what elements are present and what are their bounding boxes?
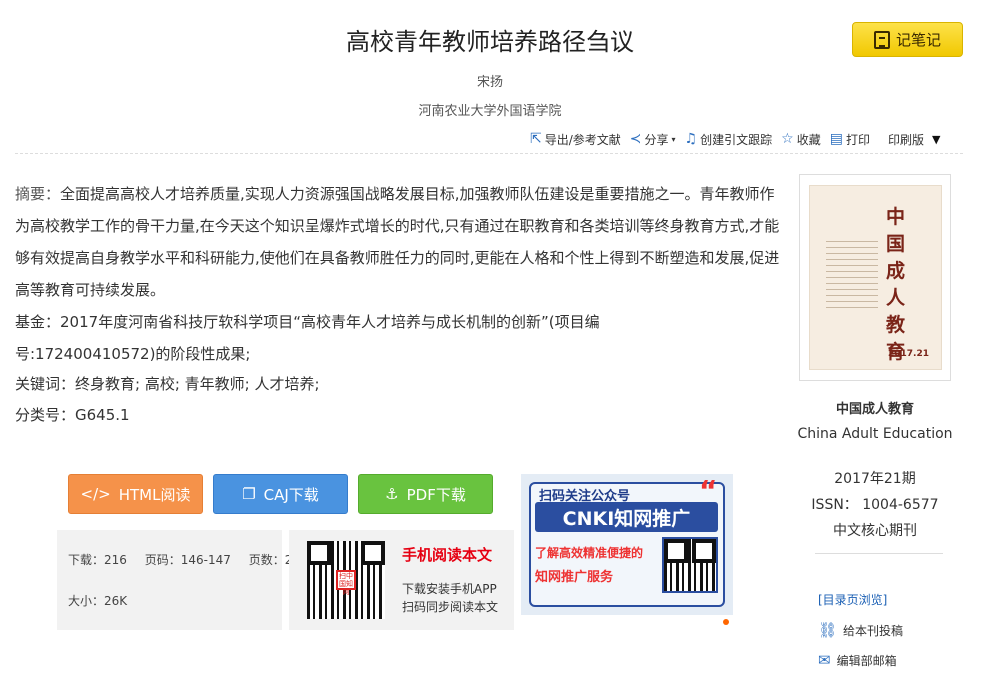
journal-english-name: China Adult Education — [797, 426, 953, 442]
journal-issue[interactable]: 2017年21期 — [790, 468, 960, 488]
take-notes-button[interactable]: 记笔记 — [852, 22, 963, 57]
create-citation-tracking-button[interactable]: ♫ 创建引文跟踪 — [685, 131, 773, 148]
pdf-icon: ⚓ — [385, 485, 399, 503]
keywords-text[interactable]: 终身教育; 高校; 青年教师; 人才培养; — [75, 375, 320, 393]
share-dropdown-icon: ▾ — [671, 134, 676, 144]
classification-label: 分类号： — [15, 406, 76, 424]
favorite-button[interactable]: ☆ 收藏 — [781, 131, 821, 148]
star-icon: ☆ — [781, 131, 794, 147]
affiliation-link[interactable]: 河南农业大学外国语学院 — [0, 100, 980, 119]
promo-line4: 知网推广服务 — [535, 570, 614, 585]
cover-issue: 2017.21 — [888, 349, 929, 359]
fund-label: 基金： — [15, 313, 61, 331]
cover-text-lines — [826, 241, 878, 311]
print-button[interactable]: ▤ 打印 — [830, 131, 870, 148]
export-label: 导出/参考文献 — [544, 132, 621, 147]
book-icon: ❐ — [242, 485, 256, 503]
pdf-download-label: PDF下载 — [406, 485, 466, 504]
notebook-icon — [873, 30, 890, 49]
submit-icon: ⛓ — [818, 621, 838, 639]
cnki-promo-banner[interactable]: “ 扫码关注公众号 CNKI知网推广 了解高效精准便捷的 知网推广服务 — [521, 474, 733, 615]
promo-line3: 了解高效精准便捷的 — [535, 546, 644, 560]
page-range: 页码：146-147 — [144, 553, 231, 567]
html-read-button[interactable]: </> HTML阅读 — [68, 474, 203, 514]
html-read-label: HTML阅读 — [118, 485, 191, 504]
mobile-qr-logo: 扫中国知网 — [336, 570, 356, 596]
file-size: 大小：26K — [68, 594, 128, 608]
fund-text[interactable]: 2017年度河南省科技厅软科学项目“高校青年人才培养与成长机制的创新”(项目编号… — [15, 313, 600, 363]
editorial-email-link[interactable]: ✉ 编辑部邮箱 — [818, 651, 897, 669]
journal-cover[interactable]: 中国成人教育 2017.21 — [799, 174, 951, 381]
share-label: 分享 — [644, 132, 669, 147]
abstract: 摘要：全面提高高校人才培养质量,实现人力资源强国战略发展目标,加强教师队伍建设是… — [15, 178, 780, 306]
export-references-button[interactable]: ⇱ 导出/参考文献 — [530, 131, 621, 148]
article-toolbar: ⇱ 导出/参考文献 ≺ 分享 ▾ ♫ 创建引文跟踪 ☆ 收藏 ▤ 打印 印刷版 … — [530, 129, 940, 149]
journal-name[interactable]: 中国成人教育 — [790, 398, 960, 417]
classification-value: G645.1 — [75, 406, 130, 424]
bell-icon: ♫ — [684, 131, 698, 147]
author-link[interactable]: 宋扬 — [0, 71, 980, 90]
fund: 基金：2017年度河南省科技厅软科学项目“高校青年人才培养与成长机制的创新”(项… — [15, 306, 715, 370]
article-title: 高校青年教师培养路径刍议 — [346, 28, 634, 56]
promo-qr-code — [662, 537, 718, 593]
share-icon: ≺ — [629, 131, 642, 147]
submit-manuscript-link[interactable]: ⛓ 给本刊投稿 — [818, 621, 903, 639]
code-icon: </> — [80, 485, 111, 503]
mobile-read-line2: 扫码同步阅读本文 — [402, 600, 499, 614]
editorial-label: 编辑部邮箱 — [836, 653, 897, 668]
mobile-read-line1: 下载安装手机APP — [402, 582, 497, 596]
journal-core-badge: 中文核心期刊 — [833, 523, 917, 539]
abstract-text: 全面提高高校人才培养质量,实现人力资源强国战略发展目标,加强教师队伍建设是重要措… — [15, 185, 780, 299]
carousel-dot[interactable] — [723, 619, 729, 625]
mobile-qr-code: 扫中国知网 — [307, 541, 385, 619]
take-notes-label: 记笔记 — [895, 31, 941, 49]
mobile-read-panel: 扫中国知网 手机阅读本文 下载安装手机APP 扫码同步阅读本文 — [289, 530, 514, 630]
pdf-download-button[interactable]: ⚓ PDF下载 — [358, 474, 493, 514]
caj-download-button[interactable]: ❐ CAJ下载 — [213, 474, 348, 514]
cover-title: 中国成人教育 — [886, 206, 906, 363]
print-label: 打印 — [845, 132, 870, 147]
journal-divider — [815, 553, 943, 554]
caj-download-label: CAJ下载 — [263, 485, 319, 504]
keywords: 关键词：终身教育; 高校; 青年教师; 人才培养; — [15, 368, 320, 400]
download-count: 下载：216 — [68, 553, 127, 567]
print-version-toggle-icon[interactable]: ▼ — [932, 133, 940, 146]
journal-issn: ISSN： 1004-6577 — [811, 497, 939, 513]
mail-icon: ✉ — [818, 651, 831, 669]
print-version-label: 印刷版 — [887, 132, 924, 147]
toc-browse-label: [目录页浏览] — [818, 593, 888, 607]
share-button[interactable]: ≺ 分享 ▾ — [630, 131, 676, 148]
printer-icon: ▤ — [829, 131, 843, 147]
export-icon: ⇱ — [530, 131, 542, 147]
submit-label: 给本刊投稿 — [843, 623, 904, 638]
classification: 分类号：G645.1 — [15, 399, 130, 431]
track-label: 创建引文跟踪 — [700, 132, 773, 147]
header-divider — [15, 153, 963, 154]
journal-cover-image: 中国成人教育 2017.21 — [809, 185, 942, 370]
toc-browse-link[interactable]: [目录页浏览] — [818, 591, 887, 608]
mobile-read-title[interactable]: 手机阅读本文 — [402, 544, 492, 565]
page-count: 页数：2 — [248, 553, 293, 567]
article-stats: 下载：216 页码：146-147 页数：2 大小：26K — [57, 530, 292, 630]
favorite-label: 收藏 — [796, 132, 821, 147]
abstract-label: 摘要： — [15, 185, 61, 203]
keywords-label: 关键词： — [15, 375, 76, 393]
promo-banner-title: CNKI知网推广 — [535, 502, 718, 532]
